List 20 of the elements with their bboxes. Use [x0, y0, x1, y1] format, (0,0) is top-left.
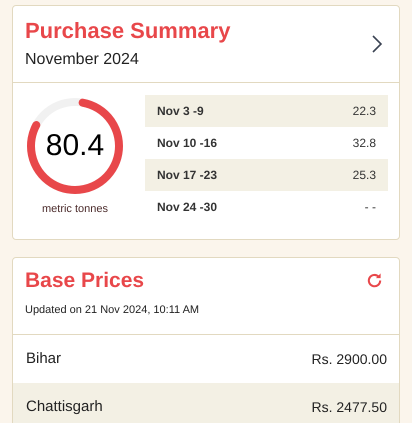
chevron-right-icon[interactable] [371, 35, 383, 53]
refresh-icon[interactable] [366, 272, 383, 289]
card-title: Base Prices [25, 270, 144, 291]
week-range: Nov 24 -30 [157, 199, 218, 216]
card-title: Purchase Summary [25, 20, 230, 42]
week-amount: 32.8 [352, 135, 376, 152]
updated-label: Updated on 21 Nov 2024, 10:11 AM [25, 305, 200, 316]
price-value: Rs. 2477.50 [312, 398, 387, 416]
week-amount: - - [364, 199, 376, 216]
state-name: Chattisgarh [26, 396, 103, 417]
gauge-value: 80.4 [46, 130, 104, 162]
week-range: Nov 10 -16 [157, 135, 218, 152]
period-label: November 2024 [25, 52, 140, 68]
week-amount: 25.3 [352, 167, 376, 184]
unit-label: metric tonnes [42, 202, 108, 217]
week-amount: 22.3 [352, 103, 376, 120]
price-value: Rs. 2900.00 [312, 350, 387, 368]
week-range: Nov 3 -9 [157, 103, 204, 120]
week-range: Nov 17 -23 [157, 167, 218, 184]
state-name: Bihar [26, 348, 62, 369]
